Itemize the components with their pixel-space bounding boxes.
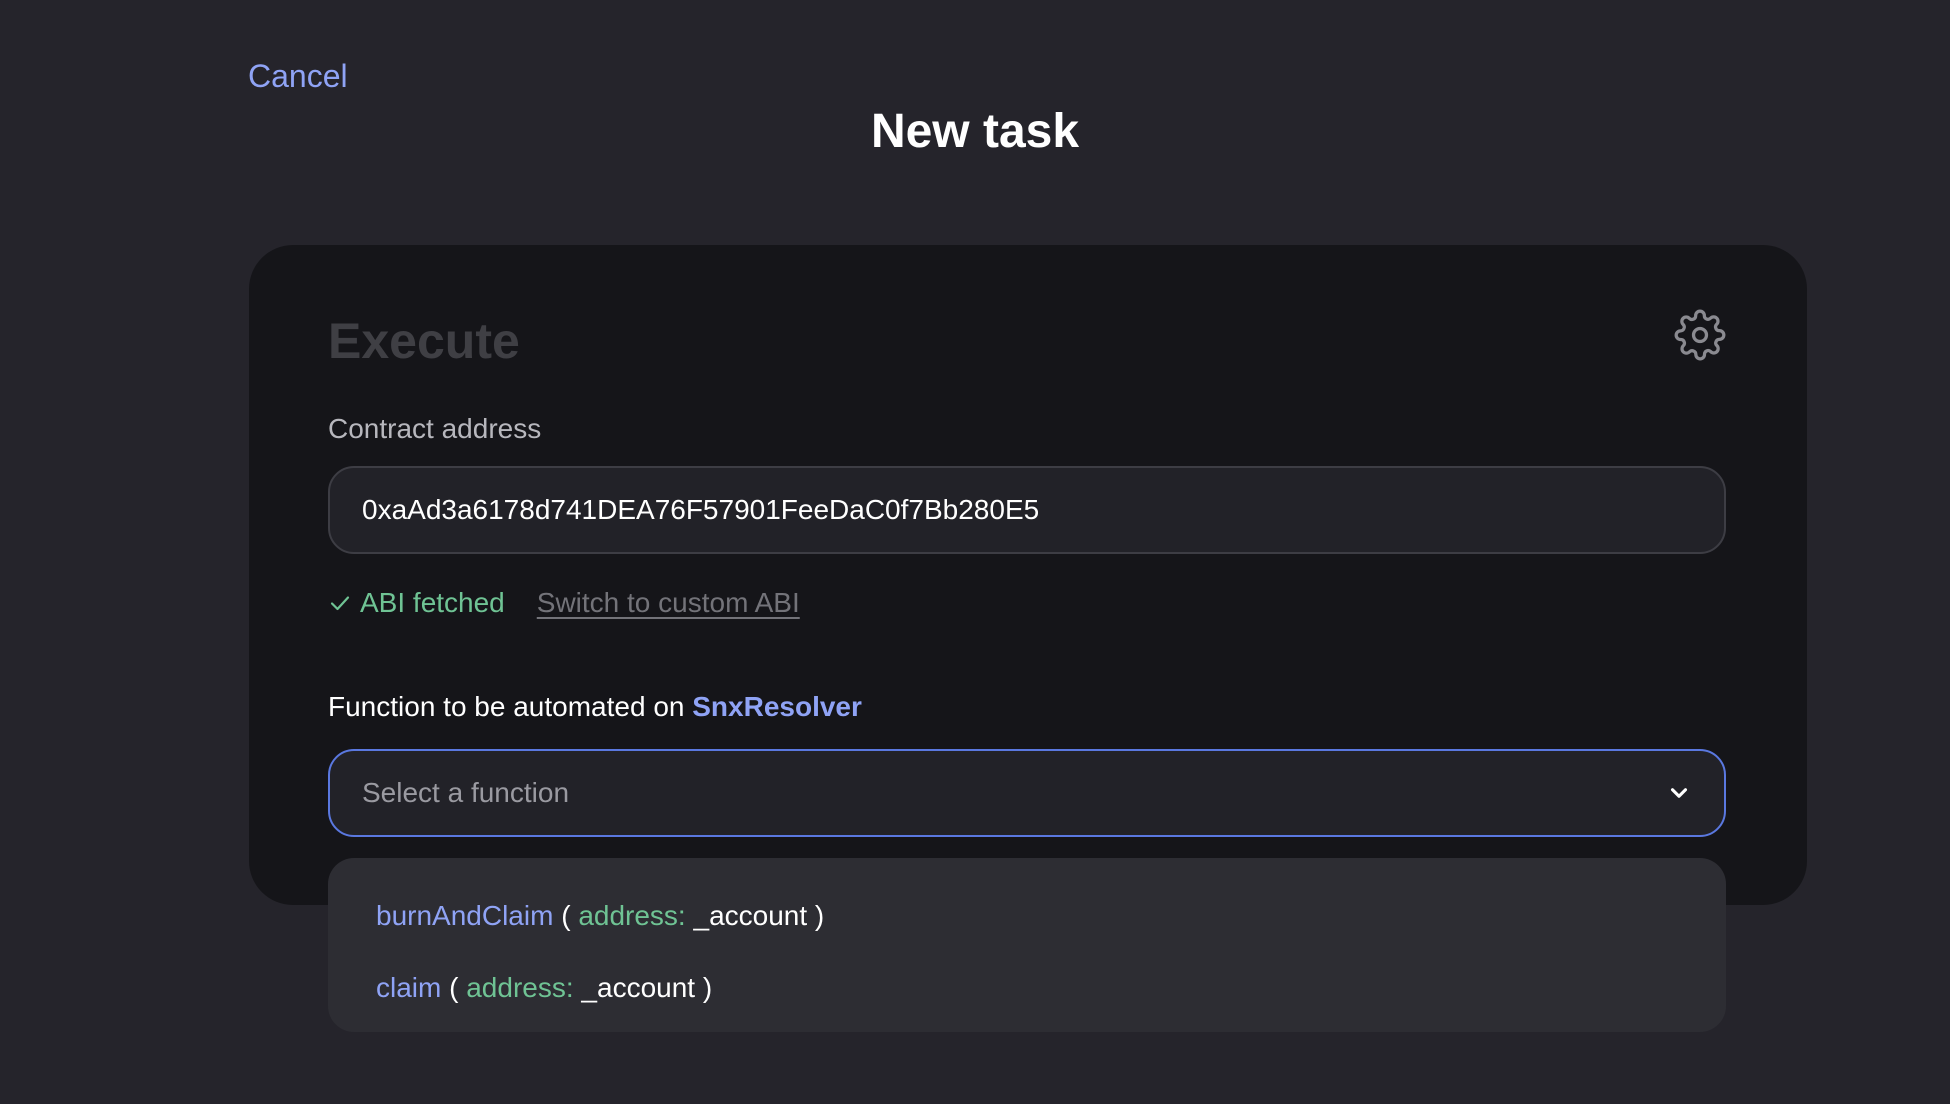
cancel-link[interactable]: Cancel: [248, 56, 348, 96]
open-paren: (: [553, 900, 579, 931]
contract-name: SnxResolver: [692, 691, 862, 722]
settings-button[interactable]: [1673, 308, 1727, 362]
close-paren: ): [807, 900, 825, 931]
switch-to-custom-abi-link[interactable]: Switch to custom ABI: [537, 583, 800, 623]
contract-address-label: Contract address: [328, 413, 542, 444]
abi-status-text: ABI fetched: [360, 587, 505, 618]
function-name: burnAndClaim: [376, 900, 554, 931]
function-select-placeholder: Select a function: [362, 777, 570, 808]
param-type: address:: [466, 972, 574, 1003]
execute-card: Execute Contract address ABI fetched Swi…: [249, 245, 1807, 905]
function-label: Function to be automated on SnxResolver: [328, 687, 862, 727]
param-name: _account: [573, 972, 696, 1003]
page-title: New task: [870, 105, 1080, 158]
param-type: address:: [578, 900, 686, 931]
function-option-claim[interactable]: claim ( address: _account ): [328, 952, 1726, 1024]
function-select[interactable]: Select a function: [328, 749, 1726, 837]
gear-icon: [1674, 309, 1726, 361]
close-paren: ): [695, 972, 713, 1003]
function-option-burnandclaim[interactable]: burnAndClaim ( address: _account ): [328, 880, 1726, 952]
param-name: _account: [685, 900, 808, 931]
function-label-prefix: Function to be automated on: [328, 691, 685, 722]
open-paren: (: [441, 972, 467, 1003]
check-icon: [330, 596, 350, 611]
chevron-down-icon: [1670, 788, 1688, 798]
abi-status-row: ABI fetched Switch to custom ABI: [328, 583, 800, 623]
new-task-page: Cancel New task Execute Contract address…: [0, 0, 1950, 1104]
card-title: Execute: [328, 313, 520, 369]
function-dropdown: burnAndClaim ( address: _account ) claim…: [328, 858, 1726, 1032]
abi-status: ABI fetched: [328, 583, 505, 623]
function-name: claim: [376, 972, 442, 1003]
contract-address-input[interactable]: [328, 466, 1726, 554]
